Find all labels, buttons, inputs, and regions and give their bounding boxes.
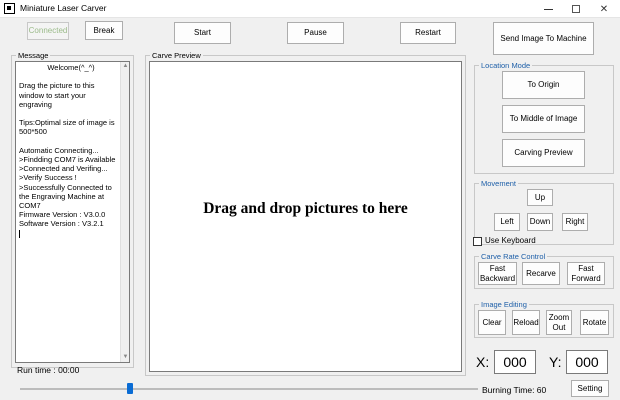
use-keyboard-checkbox[interactable]	[473, 237, 482, 246]
close-icon: ✕	[599, 3, 609, 15]
drop-hint: Drag and drop pictures to here	[203, 200, 408, 217]
message-line: engraving	[19, 99, 52, 109]
message-line	[19, 137, 123, 146]
message-legend: Message	[16, 51, 51, 60]
setting-button[interactable]: Setting	[571, 380, 609, 397]
app-icon	[4, 3, 15, 14]
y-coordinate-field[interactable]: 000	[566, 350, 608, 374]
message-line: >Connected and Verifing...	[19, 164, 108, 174]
clear-button[interactable]: Clear	[478, 310, 506, 335]
move-down-button[interactable]: Down	[527, 213, 553, 231]
carve-preview-legend: Carve Preview	[150, 51, 203, 60]
image-editing-legend: Image Editing	[479, 300, 529, 309]
burning-time-slider-thumb[interactable]	[126, 383, 133, 394]
rotate-button[interactable]: Rotate	[580, 310, 609, 335]
reload-button[interactable]: Reload	[512, 310, 540, 335]
maximize-icon	[572, 5, 580, 13]
recarve-button[interactable]: Recarve	[522, 262, 560, 285]
y-coordinate-label: Y:	[549, 354, 562, 370]
message-line: the Engraving Machine at	[19, 191, 105, 201]
minimize-icon	[543, 8, 553, 10]
message-line: Drag the picture to this	[19, 81, 95, 91]
to-origin-button[interactable]: To Origin	[502, 71, 585, 99]
window-title: Miniature Laser Carver	[20, 3, 107, 13]
movement-legend: Movement	[479, 179, 519, 188]
message-log[interactable]: Welcome(^_^) Drag the picture to this wi…	[15, 61, 130, 363]
burning-time-slider[interactable]	[20, 388, 478, 390]
move-up-button[interactable]: Up	[527, 189, 553, 206]
x-coordinate-label: X:	[476, 354, 490, 370]
message-line: window to start your	[19, 90, 86, 100]
move-right-button[interactable]: Right	[562, 213, 588, 231]
fast-backward-button[interactable]: Fast Backward	[478, 262, 517, 285]
text-caret	[19, 229, 20, 238]
message-line: Welcome(^_^)	[47, 63, 95, 72]
message-text: Welcome(^_^) Drag the picture to this wi…	[19, 63, 123, 238]
move-left-button[interactable]: Left	[494, 213, 520, 231]
message-line: COM7	[19, 201, 41, 210]
message-line: >Verify Success !	[19, 173, 77, 183]
location-mode-legend: Location Mode	[479, 61, 533, 70]
start-button[interactable]: Start	[174, 22, 231, 44]
title-bar: Miniature Laser Carver ✕	[0, 0, 620, 18]
break-button[interactable]: Break	[85, 21, 123, 40]
pause-button[interactable]: Pause	[287, 22, 344, 44]
send-image-button[interactable]: Send Image To Machine	[493, 22, 594, 55]
connected-button[interactable]: Connected	[27, 22, 69, 40]
carve-rate-legend: Carve Rate Control	[479, 252, 548, 261]
message-line: >Findding COM7 is Available	[19, 154, 116, 164]
close-button[interactable]: ✕	[590, 0, 618, 18]
message-line: Tips:Optimal size of image is	[19, 118, 115, 128]
message-line: >Successfully Connected to	[19, 182, 112, 192]
maximize-button[interactable]	[562, 0, 590, 18]
message-line: Firmware Version : V3.0.0	[19, 210, 106, 220]
message-line	[19, 72, 123, 81]
carving-preview-button[interactable]: Carving Preview	[502, 139, 585, 167]
message-line: Automatic Connecting...	[19, 145, 99, 155]
message-line: Software Version : V3.2.1	[19, 219, 104, 229]
carve-preview-canvas[interactable]: Drag and drop pictures to here	[149, 61, 462, 372]
run-time-label: Run time : 00:00	[17, 365, 80, 375]
fast-forward-button[interactable]: Fast Forward	[567, 262, 605, 285]
minimize-button[interactable]	[534, 0, 562, 18]
scroll-down-icon[interactable]: ▼	[122, 354, 129, 361]
x-coordinate-field[interactable]: 000	[494, 350, 536, 374]
message-line	[19, 109, 123, 118]
to-middle-button[interactable]: To Middle of Image	[502, 105, 585, 133]
scroll-up-icon[interactable]: ▲	[122, 63, 129, 70]
message-line: 500*500	[19, 127, 47, 137]
message-scrollbar[interactable]: ▲ ▼	[120, 62, 129, 362]
use-keyboard-label: Use Keyboard	[485, 236, 536, 245]
restart-button[interactable]: Restart	[400, 22, 456, 44]
zoom-out-button[interactable]: Zoom Out	[546, 310, 572, 335]
burning-time-label: Burning Time: 60	[482, 385, 547, 395]
